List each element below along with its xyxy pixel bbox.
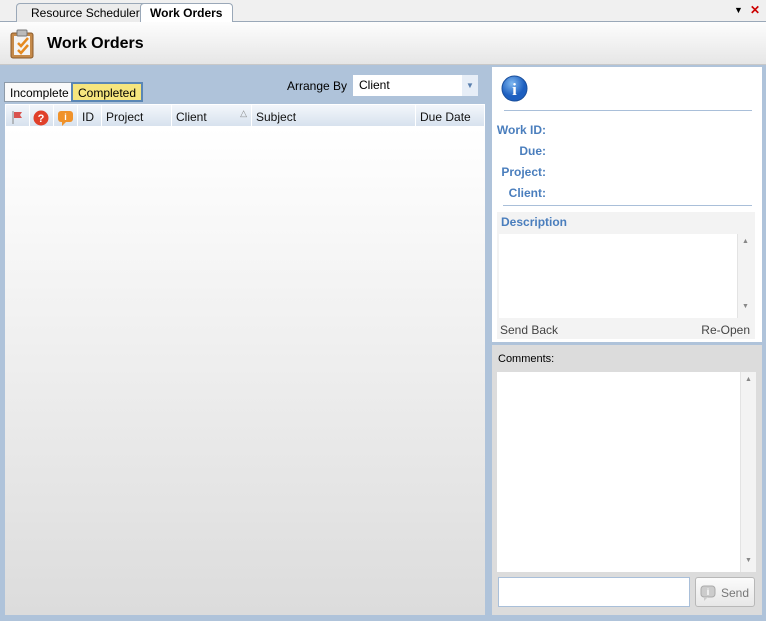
svg-text:i: i <box>64 112 67 122</box>
work-id-label: Work ID: <box>496 123 546 137</box>
svg-text:?: ? <box>38 113 45 125</box>
client-column-label: Client <box>176 110 207 124</box>
info-bubble-icon: i <box>700 585 716 601</box>
client-label: Client: <box>508 186 546 200</box>
page-header: Work Orders <box>0 22 766 65</box>
project-label: Project: <box>501 165 546 179</box>
comment-input[interactable] <box>498 577 690 607</box>
dropdown-menu-icon[interactable]: ▼ <box>734 5 743 15</box>
description-textarea[interactable] <box>499 234 737 318</box>
comments-scrollbar[interactable]: ▲ ▼ <box>740 372 756 572</box>
id-column-header[interactable]: ID <box>78 105 102 126</box>
due-label: Due: <box>519 144 546 158</box>
reopen-link[interactable]: Re-Open <box>701 323 750 337</box>
flag-column-header[interactable] <box>6 105 30 126</box>
svg-text:i: i <box>512 80 517 99</box>
due-date-column-header[interactable]: Due Date <box>416 105 486 126</box>
send-back-link[interactable]: Send Back <box>500 323 558 337</box>
tab-label: Resource Scheduler <box>31 6 140 20</box>
clipboard-check-icon <box>10 29 34 59</box>
chevron-down-icon[interactable]: ▼ <box>462 75 478 96</box>
work-orders-grid[interactable] <box>5 127 485 615</box>
comments-textarea[interactable] <box>497 372 740 572</box>
sort-ascending-icon: △ <box>240 108 247 118</box>
send-label: Send <box>721 586 750 600</box>
project-column-header[interactable]: Project <box>102 105 172 126</box>
info-column-header[interactable]: i <box>54 105 78 126</box>
grid-header: ? i ID Project Client △ Subject Due Date <box>5 104 485 127</box>
tab-strip: Resource Scheduler Work Orders ▼ ✕ <box>0 0 766 23</box>
completed-filter-button[interactable]: Completed <box>71 82 144 102</box>
question-icon: ? <box>33 110 49 126</box>
send-button[interactable]: i Send <box>695 577 755 607</box>
tab-work-orders[interactable]: Work Orders <box>140 3 234 23</box>
flag-icon <box>12 111 22 124</box>
tab-label: Work Orders <box>150 6 223 20</box>
comments-label: Comments: <box>498 353 555 365</box>
description-scrollbar[interactable]: ▲ ▼ <box>737 234 753 318</box>
arrange-by-select[interactable]: Client ▼ <box>353 75 478 96</box>
svg-text:i: i <box>707 587 710 597</box>
subject-column-header[interactable]: Subject <box>252 105 416 126</box>
arrange-by-label: Arrange By <box>287 79 348 93</box>
tab-resource-scheduler[interactable]: Resource Scheduler <box>16 3 151 22</box>
page-title: Work Orders <box>47 35 144 52</box>
info-icon: i <box>501 75 528 102</box>
description-label: Description <box>501 215 568 229</box>
arrange-by-value: Client <box>359 78 390 92</box>
info-bubble-icon: i <box>58 111 73 126</box>
close-icon[interactable]: ✕ <box>750 3 760 17</box>
incomplete-filter-button[interactable]: Incomplete <box>4 82 75 102</box>
client-column-header[interactable]: Client △ <box>172 105 252 126</box>
question-column-header[interactable]: ? <box>30 105 54 126</box>
